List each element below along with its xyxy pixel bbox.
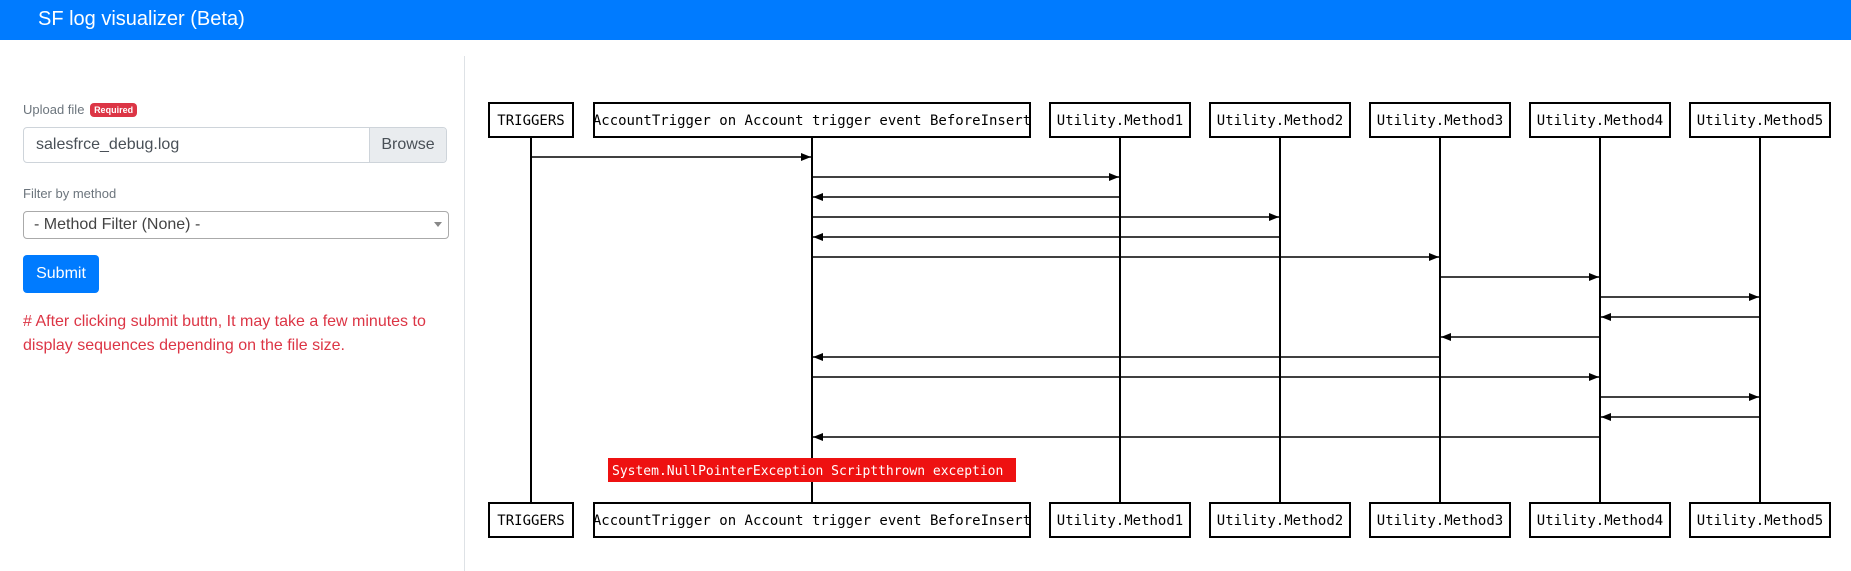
participant-box-bottom: Utility.Method1 bbox=[1049, 502, 1191, 538]
participant-box-bottom: AccountTrigger on Account trigger event … bbox=[593, 502, 1031, 538]
sidebar bbox=[0, 40, 464, 571]
upload-file-label: Upload file Required bbox=[23, 102, 138, 118]
participant-box-bottom: Utility.Method2 bbox=[1209, 502, 1351, 538]
sequence-diagram: TRIGGERS TRIGGERS AccountTrigger on Accoun… bbox=[488, 102, 1831, 538]
participant-box-top: Utility.Method5 bbox=[1689, 102, 1831, 138]
participant-label: Utility.Method1 bbox=[1057, 513, 1183, 529]
participant-label: Utility.Method5 bbox=[1697, 113, 1823, 129]
participant-label: Utility.Method1 bbox=[1057, 113, 1183, 129]
participant-label: TRIGGERS bbox=[497, 513, 564, 529]
participant-box-top: AccountTrigger on Account trigger event … bbox=[593, 102, 1031, 138]
participant-box-top: Utility.Method1 bbox=[1049, 102, 1191, 138]
participant-label: Utility.Method3 bbox=[1377, 113, 1503, 129]
method-filter-select[interactable]: - Method Filter (None) - bbox=[23, 211, 449, 239]
upload-file-label-text: Upload file bbox=[23, 102, 85, 117]
participant-box-top: Utility.Method4 bbox=[1529, 102, 1671, 138]
file-input[interactable]: salesfrce_debug.log Browse bbox=[23, 127, 447, 163]
app-title[interactable]: SF log visualizer (Beta) bbox=[38, 7, 245, 31]
participant-box-top: Utility.Method3 bbox=[1369, 102, 1511, 138]
required-badge: Required bbox=[90, 103, 138, 117]
chevron-down-icon bbox=[434, 222, 442, 227]
participant-label: Utility.Method3 bbox=[1377, 513, 1503, 529]
participant-box-top: TRIGGERS bbox=[488, 102, 574, 138]
filter-label: Filter by method bbox=[23, 186, 117, 201]
participant-box-bottom: Utility.Method5 bbox=[1689, 502, 1831, 538]
participant-box-bottom: Utility.Method4 bbox=[1529, 502, 1671, 538]
participant-label: AccountTrigger on Account trigger event … bbox=[593, 113, 1031, 129]
method-filter-selected: - Method Filter (None) - bbox=[34, 216, 201, 233]
participant-label: Utility.Method2 bbox=[1217, 513, 1343, 529]
participant-label: Utility.Method4 bbox=[1537, 513, 1663, 529]
participant-label: Utility.Method4 bbox=[1537, 113, 1663, 129]
participant-label: AccountTrigger on Account trigger event … bbox=[593, 513, 1031, 529]
browse-button[interactable]: Browse bbox=[369, 128, 446, 162]
processing-note: # After clicking submit buttn, It may ta… bbox=[23, 313, 426, 354]
exception-text: System.NullPointerException Scriptthrown… bbox=[612, 464, 1003, 479]
participant-label: Utility.Method5 bbox=[1697, 513, 1823, 529]
participant-label: TRIGGERS bbox=[497, 113, 564, 129]
participant-box-bottom: Utility.Method3 bbox=[1369, 502, 1511, 538]
navbar: SF log visualizer (Beta) bbox=[0, 0, 1851, 40]
participant-label: Utility.Method2 bbox=[1217, 113, 1343, 129]
file-name: salesfrce_debug.log bbox=[36, 136, 180, 153]
submit-button[interactable]: Submit bbox=[23, 255, 99, 293]
participant-box-bottom: TRIGGERS bbox=[488, 502, 574, 538]
participant-box-top: Utility.Method2 bbox=[1209, 102, 1351, 138]
